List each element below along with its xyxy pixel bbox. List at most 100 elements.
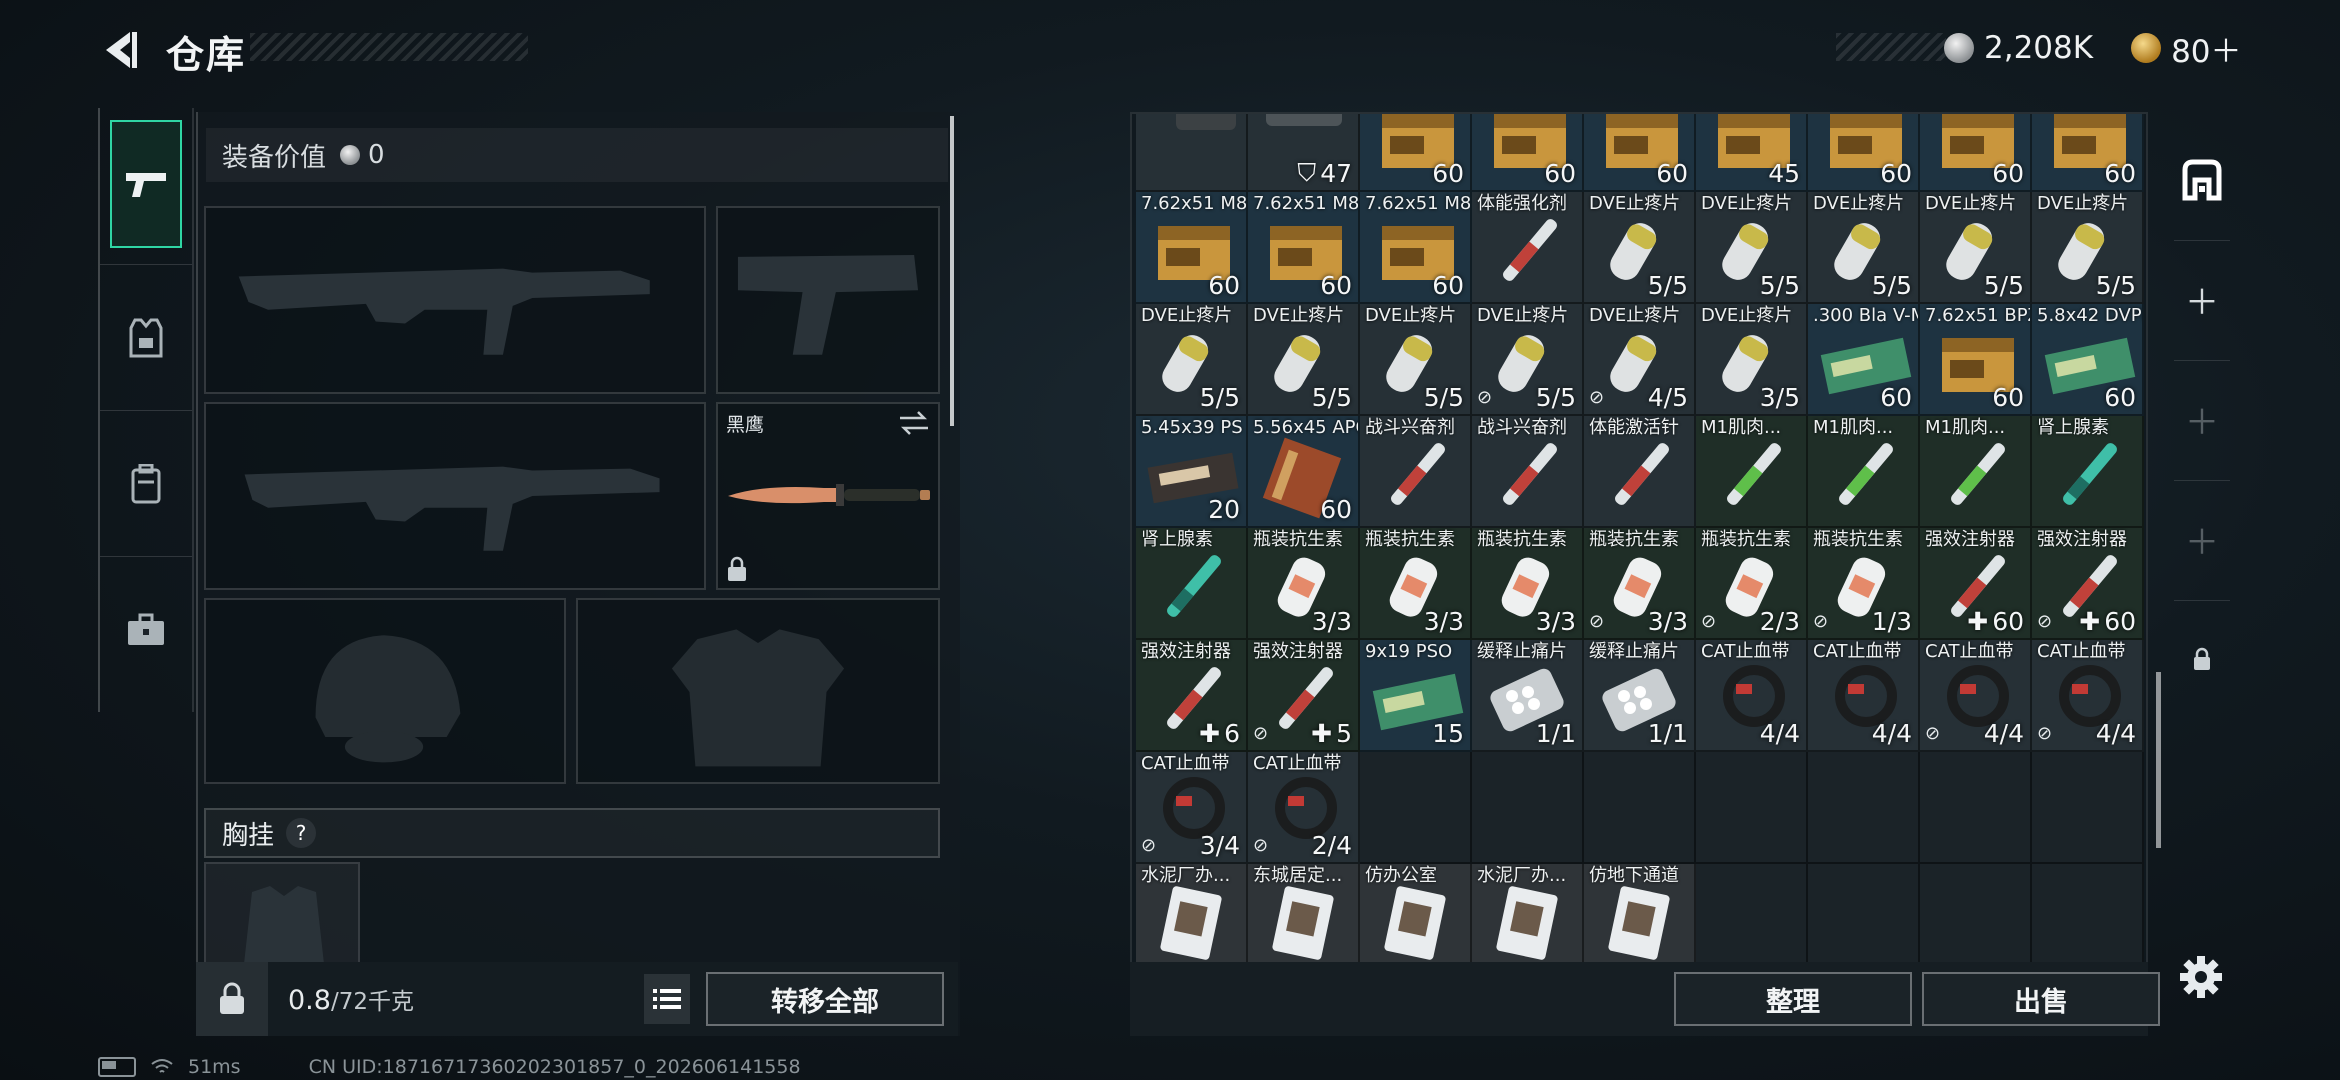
- inventory-empty-slot[interactable]: [1360, 752, 1472, 864]
- transfer-all-button[interactable]: 转移全部: [706, 972, 944, 1026]
- inventory-item[interactable]: 水泥厂办...: [1472, 864, 1584, 976]
- inventory-item[interactable]: 仿办公室: [1360, 864, 1472, 976]
- inventory-item[interactable]: 战斗兴奋剂: [1360, 416, 1472, 528]
- melee-slot[interactable]: 黑鹰: [716, 402, 940, 590]
- tidy-button[interactable]: 整理: [1674, 972, 1912, 1026]
- primary-weapon-slot[interactable]: [204, 206, 706, 394]
- inventory-item[interactable]: DVE止疼片 5/5 ⊘: [1472, 304, 1584, 416]
- list-view-button[interactable]: [644, 974, 690, 1024]
- inventory-empty-slot[interactable]: [1472, 752, 1584, 864]
- add-container-3-icon[interactable]: ＋: [2164, 480, 2240, 598]
- armor-slot[interactable]: [576, 598, 940, 784]
- inventory-empty-slot[interactable]: [2032, 864, 2144, 976]
- swap-icon[interactable]: [898, 410, 930, 436]
- inventory-item[interactable]: CAT止血带 4/4: [1808, 640, 1920, 752]
- gold-coin-amount[interactable]: 80＋: [2171, 26, 2241, 71]
- locked-container-button[interactable]: [2164, 600, 2240, 718]
- inventory-item[interactable]: 体能强化剂: [1472, 192, 1584, 304]
- inventory-item[interactable]: 瓶装抗生素 3/3: [1472, 528, 1584, 640]
- inventory-item[interactable]: 水泥厂办...: [1136, 864, 1248, 976]
- inventory-item[interactable]: 60: [1920, 114, 2032, 192]
- add-container-1-icon[interactable]: ＋: [2164, 240, 2240, 358]
- inventory-item[interactable]: DVE止疼片 5/5: [2032, 192, 2144, 304]
- sell-button[interactable]: 出售: [1922, 972, 2160, 1026]
- inventory-item[interactable]: DVE止疼片 5/5: [1136, 304, 1248, 416]
- help-icon[interactable]: ?: [286, 818, 317, 848]
- inventory-item[interactable]: 肾上腺素: [1136, 528, 1248, 640]
- equipment-scrollbar[interactable]: [950, 116, 954, 426]
- inventory-item[interactable]: 7.62x51 M80 60: [1360, 192, 1472, 304]
- inventory-item[interactable]: 45: [1696, 114, 1808, 192]
- inventory-item[interactable]: 60: [2032, 114, 2144, 192]
- inventory-item[interactable]: ⛉ 47: [1248, 114, 1360, 192]
- inventory-item[interactable]: DVE止疼片 5/5: [1920, 192, 2032, 304]
- back-arrow-icon[interactable]: [96, 26, 144, 74]
- inventory-item[interactable]: 5.45x39 PS 20: [1136, 416, 1248, 528]
- inventory-item[interactable]: DVE止疼片 4/5 ⊘: [1584, 304, 1696, 416]
- inventory-empty-slot[interactable]: [1696, 864, 1808, 976]
- inventory-empty-slot[interactable]: [1920, 752, 2032, 864]
- inventory-scrollbar[interactable]: [2156, 672, 2161, 848]
- inventory-item[interactable]: 缓释止痛片 1/1: [1472, 640, 1584, 752]
- inventory-item[interactable]: [1136, 114, 1248, 192]
- inventory-item[interactable]: 缓释止痛片 1/1: [1584, 640, 1696, 752]
- inventory-item[interactable]: 瓶装抗生素 3/3: [1248, 528, 1360, 640]
- inventory-item[interactable]: 7.62x51 M80 60: [1248, 192, 1360, 304]
- inventory-item[interactable]: CAT止血带 4/4 ⊘: [2032, 640, 2144, 752]
- nav-weapons[interactable]: [110, 120, 182, 248]
- nav-backpack[interactable]: [110, 420, 182, 548]
- inventory-item[interactable]: M1肌肉...: [1920, 416, 2032, 528]
- inventory-item[interactable]: 肾上腺素: [2032, 416, 2144, 528]
- inventory-item[interactable]: DVE止疼片 5/5: [1696, 192, 1808, 304]
- inventory-item[interactable]: 体能激活针: [1584, 416, 1696, 528]
- inventory-item[interactable]: 瓶装抗生素 1/3 ⊘: [1808, 528, 1920, 640]
- inventory-item[interactable]: 5.8x42 DVP88 60: [2032, 304, 2144, 416]
- inventory-item[interactable]: CAT止血带 3/4 ⊘: [1136, 752, 1248, 864]
- inventory-item[interactable]: M1肌肉...: [1808, 416, 1920, 528]
- chest-rig-slot[interactable]: [204, 862, 360, 964]
- nav-equipment[interactable]: [110, 274, 182, 402]
- inventory-empty-slot[interactable]: [1584, 752, 1696, 864]
- inventory-empty-slot[interactable]: [1920, 864, 2032, 976]
- pistol-slot[interactable]: [716, 206, 940, 394]
- inventory-item[interactable]: 60: [1360, 114, 1472, 192]
- secondary-weapon-slot[interactable]: [204, 402, 706, 590]
- inventory-item[interactable]: 瓶装抗生素 3/3: [1360, 528, 1472, 640]
- settings-gear-icon[interactable]: [2176, 952, 2226, 1002]
- inventory-item[interactable]: CAT止血带 4/4: [1696, 640, 1808, 752]
- helmet-slot[interactable]: [204, 598, 566, 784]
- container-tab-main[interactable]: [2164, 120, 2240, 238]
- inventory-item[interactable]: DVE止疼片 5/5: [1808, 192, 1920, 304]
- inventory-item[interactable]: 强效注射器 ✚ 6: [1136, 640, 1248, 752]
- inventory-item[interactable]: M1肌肉...: [1696, 416, 1808, 528]
- inventory-item[interactable]: 5.56x45 APC 60: [1248, 416, 1360, 528]
- inventory-empty-slot[interactable]: [2032, 752, 2144, 864]
- inventory-item[interactable]: DVE止疼片 3/5: [1696, 304, 1808, 416]
- inventory-item[interactable]: 强效注射器 ✚ 5 ⊘: [1248, 640, 1360, 752]
- inventory-item[interactable]: DVE止疼片 5/5: [1584, 192, 1696, 304]
- nav-safebox[interactable]: [110, 566, 182, 694]
- inventory-item[interactable]: 强效注射器 ✚ 60: [1920, 528, 2032, 640]
- inventory-empty-slot[interactable]: [1696, 752, 1808, 864]
- inventory-empty-slot[interactable]: [1808, 752, 1920, 864]
- inventory-item[interactable]: 东城居定...: [1248, 864, 1360, 976]
- inventory-item[interactable]: CAT止血带 4/4 ⊘: [1920, 640, 2032, 752]
- inventory-item[interactable]: 仿地下通道: [1584, 864, 1696, 976]
- inventory-item[interactable]: DVE止疼片 5/5: [1248, 304, 1360, 416]
- inventory-item[interactable]: CAT止血带 2/4 ⊘: [1248, 752, 1360, 864]
- inventory-item[interactable]: 60: [1808, 114, 1920, 192]
- inventory-item[interactable]: 7.62x51 M80 60: [1136, 192, 1248, 304]
- inventory-item[interactable]: 强效注射器 ✚ 60 ⊘: [2032, 528, 2144, 640]
- inventory-item[interactable]: 瓶装抗生素 2/3 ⊘: [1696, 528, 1808, 640]
- inventory-item[interactable]: 瓶装抗生素 3/3 ⊘: [1584, 528, 1696, 640]
- add-container-2-icon[interactable]: ＋: [2164, 360, 2240, 478]
- inventory-item[interactable]: 60: [1472, 114, 1584, 192]
- inventory-item[interactable]: DVE止疼片 5/5: [1360, 304, 1472, 416]
- inventory-item[interactable]: .300 Bla V-Max 60: [1808, 304, 1920, 416]
- inventory-item[interactable]: 60: [1584, 114, 1696, 192]
- inventory-item[interactable]: 战斗兴奋剂: [1472, 416, 1584, 528]
- inventory-item[interactable]: 7.62x51 BPZ 60: [1920, 304, 2032, 416]
- inventory-item[interactable]: 9x19 PSO 15: [1360, 640, 1472, 752]
- lock-button[interactable]: [196, 962, 268, 1036]
- inventory-empty-slot[interactable]: [1808, 864, 1920, 976]
